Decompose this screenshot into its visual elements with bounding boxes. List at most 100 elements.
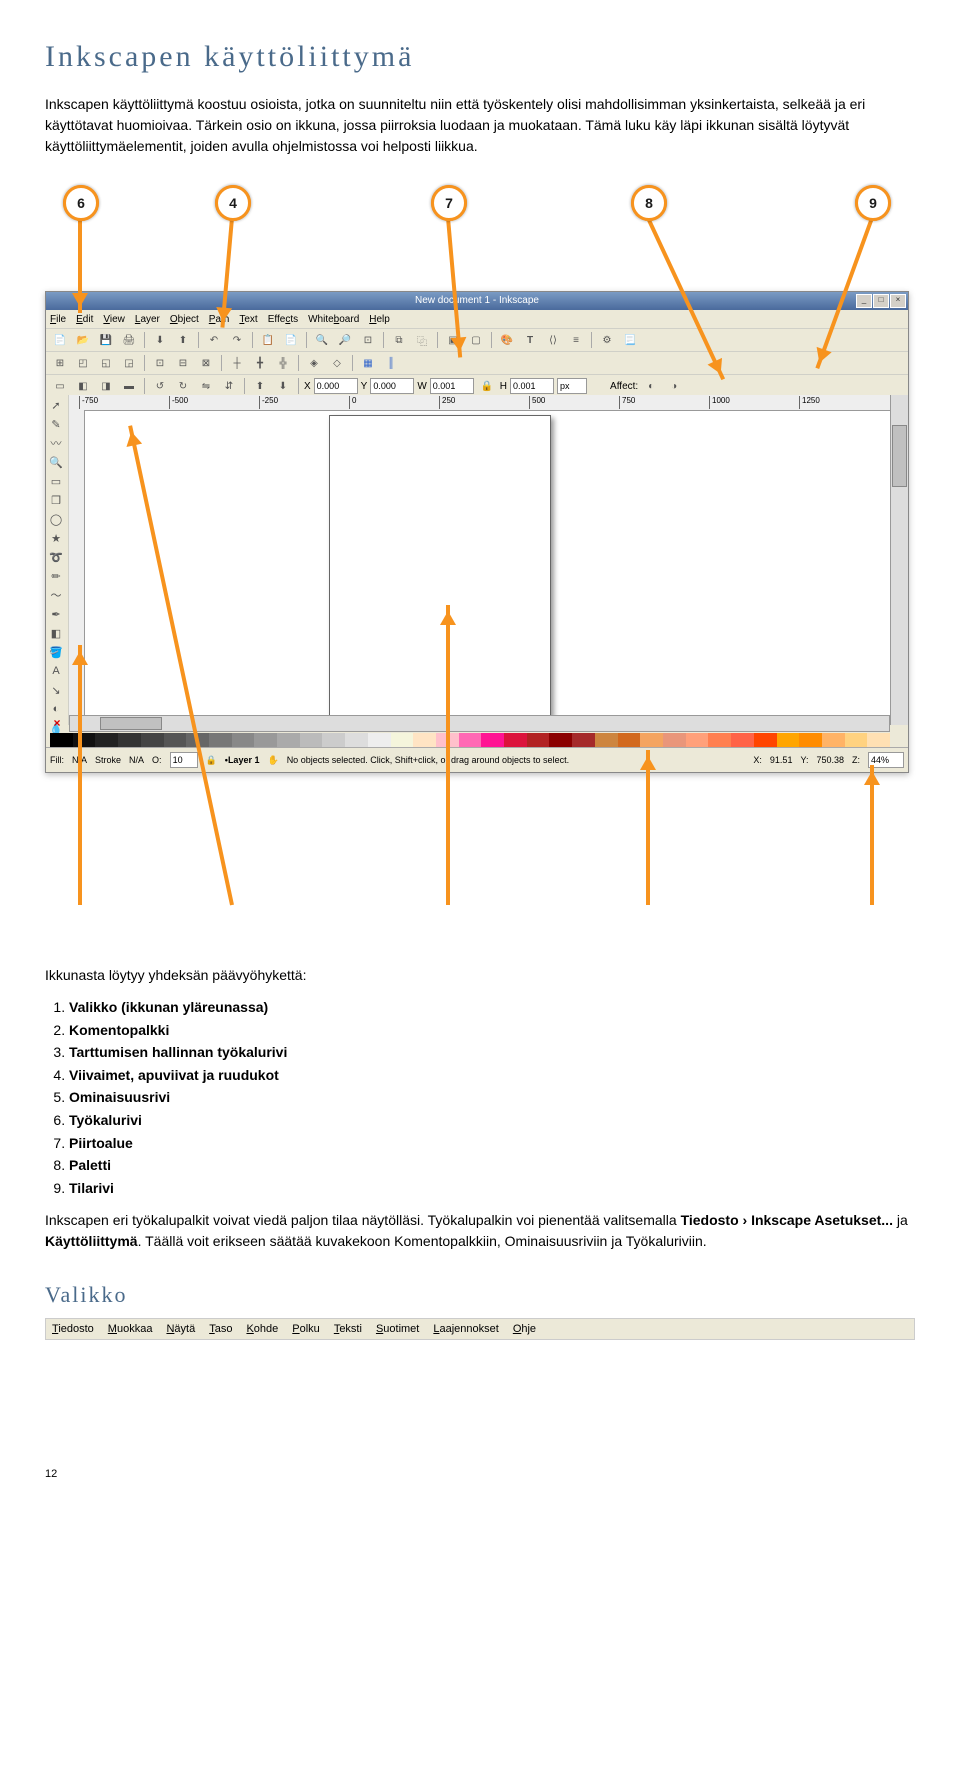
color-swatch[interactable] (527, 733, 550, 747)
raise-icon[interactable]: ⬆ (250, 376, 270, 396)
lower-icon[interactable]: ⬇ (273, 376, 293, 396)
color-swatch[interactable] (232, 733, 255, 747)
3dbox-tool-icon[interactable]: ❒ (47, 491, 65, 509)
menu-item[interactable]: Polku (292, 1323, 320, 1335)
eraser-tool-icon[interactable]: ◧ (47, 624, 65, 642)
align-icon[interactable]: ≡ (566, 330, 586, 350)
menu-text[interactable]: Text (239, 314, 257, 325)
opacity-input[interactable] (170, 752, 198, 768)
affect-icon[interactable]: ◑ (664, 376, 684, 396)
sel-icon[interactable]: ▭ (50, 376, 70, 396)
menu-view[interactable]: View (103, 314, 125, 325)
color-swatch[interactable] (413, 733, 436, 747)
docprops-icon[interactable]: 📃 (620, 330, 640, 350)
sel-icon[interactable]: ◨ (96, 376, 116, 396)
export-icon[interactable]: ⬆ (173, 330, 193, 350)
node-tool-icon[interactable]: ✎ (47, 415, 65, 433)
ellipse-tool-icon[interactable]: ◯ (47, 510, 65, 528)
snap-icon[interactable]: ┼ (227, 353, 247, 373)
snap-icon[interactable]: ◲ (119, 353, 139, 373)
color-swatch[interactable] (164, 733, 187, 747)
grid-icon[interactable]: ▦ (358, 353, 378, 373)
vertical-scrollbar[interactable] (890, 395, 908, 725)
menu-item[interactable]: Ohje (513, 1323, 536, 1335)
color-swatch[interactable] (300, 733, 323, 747)
snap-icon[interactable]: ⊡ (150, 353, 170, 373)
maximize-button[interactable]: □ (873, 294, 889, 308)
menu-item[interactable]: Tiedosto (52, 1323, 94, 1335)
prefs-icon[interactable]: ⚙ (597, 330, 617, 350)
color-swatch[interactable] (845, 733, 868, 747)
color-swatch[interactable] (73, 733, 96, 747)
menu-item[interactable]: Teksti (334, 1323, 362, 1335)
color-swatch[interactable] (391, 733, 414, 747)
color-swatch[interactable] (345, 733, 368, 747)
sel-icon[interactable]: ▬ (119, 376, 139, 396)
spiral-tool-icon[interactable]: ➰ (47, 548, 65, 566)
color-swatch[interactable] (322, 733, 345, 747)
rotate-cw-icon[interactable]: ↻ (173, 376, 193, 396)
fill-icon[interactable]: 🎨 (497, 330, 517, 350)
color-swatch[interactable] (640, 733, 663, 747)
clone-icon[interactable]: ⿻ (412, 330, 432, 350)
affect-icon[interactable]: ◐ (641, 376, 661, 396)
xml-icon[interactable]: ⟨⟩ (543, 330, 563, 350)
snap-icon[interactable]: ◱ (96, 353, 116, 373)
close-button[interactable]: × (890, 294, 906, 308)
color-swatch[interactable] (95, 733, 118, 747)
canvas-area[interactable]: -750 -500 -250 0 250 500 750 1000 1250 (69, 395, 890, 725)
snap-icon[interactable]: ╋ (250, 353, 270, 373)
color-swatch[interactable] (459, 733, 482, 747)
hand-icon[interactable]: ✋ (267, 755, 278, 766)
connector-tool-icon[interactable]: ↘ (47, 681, 65, 699)
unit-select[interactable] (557, 378, 587, 394)
color-swatch[interactable] (277, 733, 300, 747)
color-swatch[interactable] (141, 733, 164, 747)
color-swatch[interactable] (595, 733, 618, 747)
menu-item[interactable]: Muokkaa (108, 1323, 153, 1335)
zoom-out-icon[interactable]: 🔎 (335, 330, 355, 350)
color-swatch[interactable] (799, 733, 822, 747)
select-tool-icon[interactable]: ➚ (47, 396, 65, 414)
color-swatch[interactable] (504, 733, 527, 747)
menu-item[interactable]: Kohde (246, 1323, 278, 1335)
bezier-tool-icon[interactable]: 〜 (47, 586, 65, 604)
snap-icon[interactable]: ◈ (304, 353, 324, 373)
y-input[interactable] (370, 378, 414, 394)
color-swatch[interactable] (867, 733, 890, 747)
snap-icon[interactable]: ⊠ (196, 353, 216, 373)
undo-icon[interactable]: ↶ (204, 330, 224, 350)
star-tool-icon[interactable]: ★ (47, 529, 65, 547)
menu-item[interactable]: Taso (209, 1323, 232, 1335)
w-input[interactable] (430, 378, 474, 394)
sel-icon[interactable]: ◧ (73, 376, 93, 396)
lock-icon[interactable]: 🔒 (477, 376, 497, 396)
tweak-tool-icon[interactable]: 〰 (47, 434, 65, 452)
rect-tool-icon[interactable]: ▭ (47, 472, 65, 490)
color-swatch[interactable] (368, 733, 391, 747)
flip-h-icon[interactable]: ⇋ (196, 376, 216, 396)
menu-bar[interactable]: File Edit View Layer Object Path Text Ef… (46, 310, 908, 329)
menu-item[interactable]: Laajennokset (433, 1323, 498, 1335)
text-tool-icon[interactable]: A (47, 662, 65, 680)
snap-icon[interactable]: ◰ (73, 353, 93, 373)
ungroup-icon[interactable]: ▢ (466, 330, 486, 350)
new-icon[interactable]: 📄 (50, 330, 70, 350)
text-icon[interactable]: T (520, 330, 540, 350)
color-swatch[interactable] (618, 733, 641, 747)
print-icon[interactable]: 🖨 (119, 330, 139, 350)
zoom-in-icon[interactable]: 🔍 (312, 330, 332, 350)
menu-whiteboard[interactable]: Whiteboard (308, 314, 359, 325)
snap-icon[interactable]: ⊞ (50, 353, 70, 373)
paste-icon[interactable]: 📄 (281, 330, 301, 350)
color-swatch[interactable] (708, 733, 731, 747)
minimize-button[interactable]: _ (856, 294, 872, 308)
zoom-fit-icon[interactable]: ⊡ (358, 330, 378, 350)
color-swatch[interactable] (481, 733, 504, 747)
color-palette[interactable] (50, 733, 890, 747)
color-swatch[interactable] (822, 733, 845, 747)
menu-layer[interactable]: Layer (135, 314, 160, 325)
layer-name[interactable]: Layer 1 (228, 755, 260, 765)
menu-edit[interactable]: Edit (76, 314, 93, 325)
color-swatch[interactable] (731, 733, 754, 747)
